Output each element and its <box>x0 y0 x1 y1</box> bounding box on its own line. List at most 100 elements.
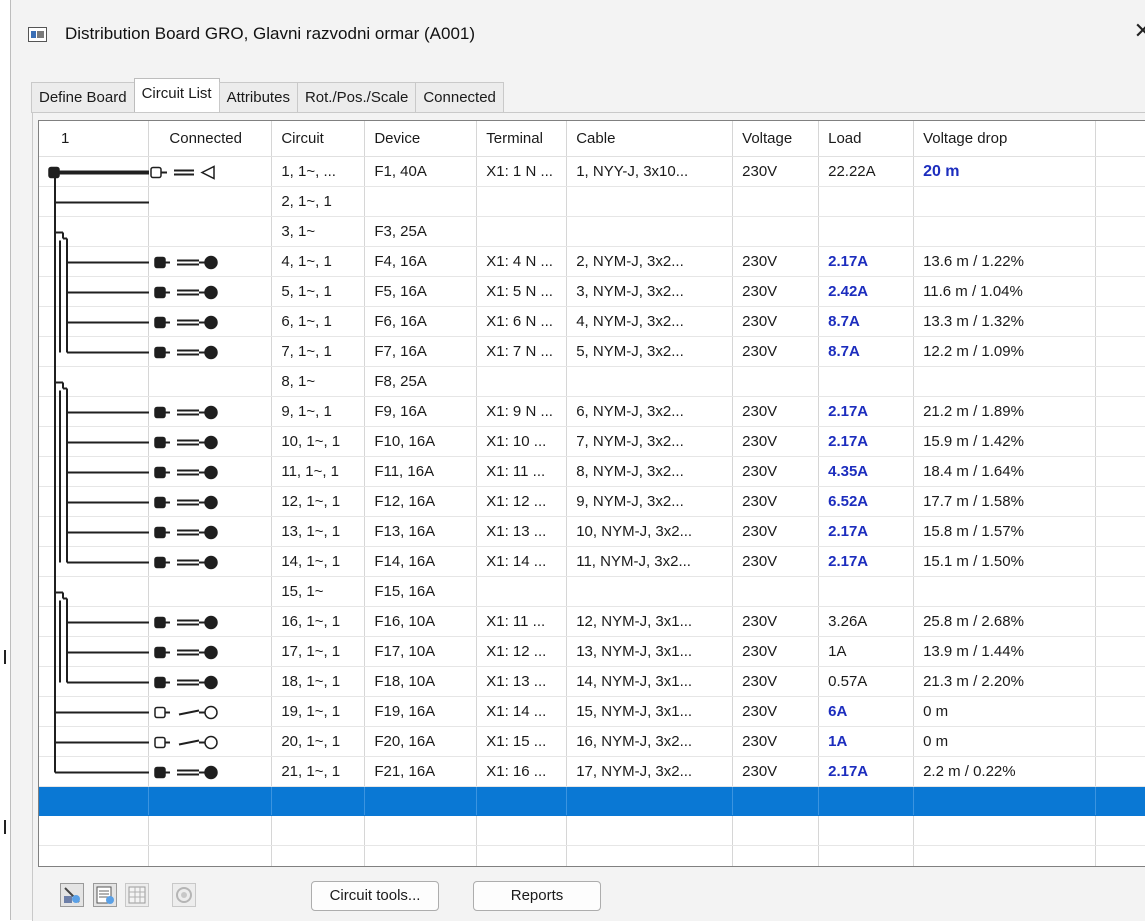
table-row[interactable]: 3, 1~ F3, 25A <box>39 216 1145 247</box>
cell-load: 8.7A <box>818 336 915 367</box>
tree-diagram-cell <box>39 486 150 517</box>
connection-symbol-cell <box>148 276 273 307</box>
table-row[interactable]: 13, 1~, 1 F13, 16A X1: 13 ... 10, NYM-J, 3x… <box>39 516 1145 547</box>
cell-load: 0.57A <box>818 666 915 697</box>
empty-cell <box>732 845 820 866</box>
cell-voltage-drop: 15.9 m / 1.42% <box>913 426 1096 457</box>
table-row[interactable]: 5, 1~, 1 F5, 16A X1: 5 N ... 3, NYM-J, 3x2.… <box>39 276 1145 307</box>
tree-diagram-cell <box>39 216 150 247</box>
table-row[interactable]: 20, 1~, 1 F20, 16A X1: 15 ... 16, NYM-J, 3x… <box>39 726 1145 757</box>
cell-device: F14, 16A <box>364 546 478 577</box>
column-header-device[interactable]: Device <box>364 121 478 157</box>
reports-button[interactable]: Reports <box>473 881 601 911</box>
circuit-grid[interactable]: 1 Connected Circuit Device Terminal Cabl… <box>38 120 1145 867</box>
cell-voltage-drop <box>913 576 1096 607</box>
cell-cable: 14, NYM-J, 3x1... <box>566 666 734 697</box>
cell-voltage: 230V <box>732 276 820 307</box>
table-row[interactable]: 7, 1~, 1 F7, 16A X1: 7 N ... 5, NYM-J, 3x2.… <box>39 336 1145 367</box>
table-row[interactable]: 11, 1~, 1 F11, 16A X1: 11 ... 8, NYM-J, 3x2… <box>39 456 1145 487</box>
close-icon[interactable]: ✕ <box>1134 18 1145 44</box>
cell-cable: 15, NYM-J, 3x1... <box>566 696 734 727</box>
table-row[interactable]: 14, 1~, 1 F14, 16A X1: 14 ... 11, NYM-J, 3x… <box>39 546 1145 577</box>
column-header-voltage-drop[interactable]: Voltage drop <box>913 121 1096 157</box>
table-row[interactable]: 8, 1~ F8, 25A <box>39 366 1145 397</box>
cell-terminal <box>476 366 568 397</box>
grid-table-icon[interactable] <box>125 883 149 907</box>
cell-voltage-drop: 18.4 m / 1.64% <box>913 456 1096 487</box>
cell-load: 2.17A <box>818 396 915 427</box>
connection-symbol-cell <box>148 426 273 457</box>
column-header-1[interactable]: 1 <box>39 121 150 157</box>
tab-circuit-list[interactable]: Circuit List <box>133 78 220 113</box>
table-row[interactable]: 19, 1~, 1 F19, 16A X1: 14 ... 15, NYM-J, 3x… <box>39 696 1145 727</box>
column-header-connected[interactable]: Connected <box>148 121 273 157</box>
cell-spare <box>1095 366 1145 397</box>
cell-circuit: 10, 1~, 1 <box>271 426 366 457</box>
table-row[interactable]: 17, 1~, 1 F17, 10A X1: 12 ... 13, NYM-J, 3x… <box>39 636 1145 667</box>
tab-connected[interactable]: Connected <box>415 82 504 113</box>
table-row[interactable]: 15, 1~ F15, 16A <box>39 576 1145 607</box>
empty-cell <box>271 845 366 866</box>
cell-voltage <box>732 366 820 397</box>
cell-load <box>818 366 915 397</box>
cell-spare <box>1095 726 1145 757</box>
cell-circuit: 5, 1~, 1 <box>271 276 366 307</box>
cell-voltage-drop: 15.8 m / 1.57% <box>913 516 1096 547</box>
connection-symbol-cell <box>148 156 273 187</box>
column-header-voltage[interactable]: Voltage <box>732 121 820 157</box>
connection-symbol-cell <box>148 186 273 217</box>
table-row[interactable]: 21, 1~, 1 F21, 16A X1: 16 ... 17, NYM-J, 3x… <box>39 756 1145 787</box>
column-header-circuit[interactable]: Circuit <box>271 121 366 157</box>
cell-cable: 4, NYM-J, 3x2... <box>566 306 734 337</box>
connection-symbol-cell <box>148 756 273 787</box>
empty-cell <box>1095 815 1145 846</box>
cell-device: F8, 25A <box>364 366 478 397</box>
cell-device: F16, 10A <box>364 606 478 637</box>
column-header-cable[interactable]: Cable <box>566 121 734 157</box>
table-row[interactable]: 2, 1~, 1 <box>39 186 1145 217</box>
table-row[interactable]: 10, 1~, 1 F10, 16A X1: 10 ... 7, NYM-J, 3x2… <box>39 426 1145 457</box>
table-row[interactable]: 9, 1~, 1 F9, 16A X1: 9 N ... 6, NYM-J, 3x2.… <box>39 396 1145 427</box>
selected-empty-row[interactable] <box>39 786 1145 816</box>
cell-terminal: X1: 5 N ... <box>476 276 568 307</box>
empty-row[interactable] <box>39 815 1145 846</box>
tab-define-board[interactable]: Define Board <box>31 82 135 113</box>
cell-terminal: X1: 12 ... <box>476 636 568 667</box>
column-header-terminal[interactable]: Terminal <box>476 121 568 157</box>
circuit-add-icon[interactable] <box>60 883 84 907</box>
left-edge-marker <box>4 820 6 834</box>
tab-rot-pos-scale[interactable]: Rot./Pos./Scale <box>296 82 417 113</box>
cell-device: F3, 25A <box>364 216 478 247</box>
cell-spare <box>1095 396 1145 427</box>
cell-voltage-drop: 0 m <box>913 696 1096 727</box>
cell-voltage <box>732 216 820 247</box>
cell-cable <box>566 186 734 217</box>
circuit-tools-button[interactable]: Circuit tools... <box>311 881 439 911</box>
cell-circuit: 2, 1~, 1 <box>271 186 366 217</box>
empty-cell <box>148 815 273 846</box>
table-row[interactable]: 12, 1~, 1 F12, 16A X1: 12 ... 9, NYM-J, 3x2… <box>39 486 1145 517</box>
cell-cable: 12, NYM-J, 3x1... <box>566 606 734 637</box>
circuit-list-panel: 1 Connected Circuit Device Terminal Cabl… <box>32 112 1145 921</box>
cell-spare <box>1095 576 1145 607</box>
cell-terminal <box>476 186 568 217</box>
tab-attributes[interactable]: Attributes <box>218 82 298 113</box>
empty-row[interactable] <box>39 845 1145 866</box>
table-row[interactable]: 6, 1~, 1 F6, 16A X1: 6 N ... 4, NYM-J, 3x2.… <box>39 306 1145 337</box>
table-row[interactable]: 4, 1~, 1 F4, 16A X1: 4 N ... 2, NYM-J, 3x2.… <box>39 246 1145 277</box>
cell-device: F10, 16A <box>364 426 478 457</box>
cell-voltage: 230V <box>732 156 820 187</box>
cell-terminal: X1: 1 N ... <box>476 156 568 187</box>
settings-round-icon[interactable] <box>172 883 196 907</box>
table-row[interactable]: 1, 1~, ... F1, 40A X1: 1 N ... 1, NYY-J, 3x… <box>39 156 1145 187</box>
left-edge-marker <box>4 650 6 664</box>
window-app-icon <box>28 27 47 42</box>
empty-cell <box>913 845 1096 866</box>
table-row[interactable]: 16, 1~, 1 F16, 10A X1: 11 ... 12, NYM-J, 3x… <box>39 606 1145 637</box>
cell-cable: 17, NYM-J, 3x2... <box>566 756 734 787</box>
cell-voltage-drop: 15.1 m / 1.50% <box>913 546 1096 577</box>
circuit-table: 1 Connected Circuit Device Terminal Cabl… <box>39 121 1145 866</box>
circuit-list-icon[interactable] <box>93 883 117 907</box>
column-header-load[interactable]: Load <box>818 121 915 157</box>
table-row[interactable]: 18, 1~, 1 F18, 10A X1: 13 ... 14, NYM-J, 3x… <box>39 666 1145 697</box>
